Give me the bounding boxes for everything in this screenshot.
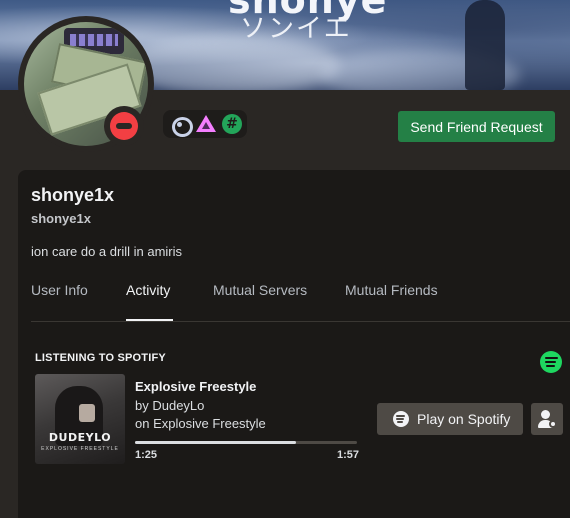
track-album[interactable]: on Explosive Freestyle bbox=[135, 416, 266, 431]
listen-along-icon bbox=[541, 410, 550, 419]
tab-mutual-friends[interactable]: Mutual Friends bbox=[345, 282, 438, 298]
tab-mutual-servers[interactable]: Mutual Servers bbox=[213, 282, 307, 298]
play-on-spotify-label: Play on Spotify bbox=[417, 411, 511, 427]
activity-header: LISTENING TO SPOTIFY bbox=[35, 352, 166, 364]
hypesquad-icon[interactable] bbox=[196, 114, 216, 134]
time-total: 1:57 bbox=[337, 449, 360, 461]
hashtag-icon[interactable]: # bbox=[222, 114, 242, 134]
send-friend-request-button[interactable]: Send Friend Request bbox=[398, 111, 555, 142]
banner-subtitle: ソンイエ bbox=[240, 14, 352, 44]
bio: ion care do a drill in amiris bbox=[31, 244, 183, 259]
album-art-text: DUDEYLO bbox=[48, 431, 112, 444]
track-progress-bar bbox=[135, 441, 357, 444]
track-title[interactable]: Explosive Freestyle bbox=[135, 379, 256, 394]
album-art-subtext: EXPLOSIVE FREESTYLE bbox=[41, 446, 119, 452]
tab-activity[interactable]: Activity bbox=[126, 282, 170, 298]
track-artist[interactable]: by DudeyLo bbox=[135, 398, 204, 413]
banner-silhouette bbox=[465, 0, 505, 90]
profile-card bbox=[18, 170, 570, 518]
tab-user-info[interactable]: User Info bbox=[31, 282, 88, 298]
spotify-icon bbox=[540, 351, 562, 373]
badge-list: # bbox=[163, 110, 247, 138]
spotify-icon bbox=[393, 411, 409, 427]
listen-along-button[interactable] bbox=[531, 403, 563, 435]
active-tab-indicator bbox=[126, 319, 173, 321]
nitro-icon[interactable] bbox=[170, 114, 193, 137]
play-on-spotify-button[interactable]: Play on Spotify bbox=[377, 403, 523, 435]
album-art-hand bbox=[79, 404, 95, 422]
album-art[interactable]: DUDEYLO EXPLOSIVE FREESTYLE bbox=[35, 374, 125, 464]
tab-divider bbox=[31, 321, 570, 322]
display-name: shonye1x bbox=[31, 185, 115, 205]
username: shonye1x bbox=[31, 211, 91, 226]
time-elapsed: 1:25 bbox=[135, 449, 158, 461]
dnd-status-icon bbox=[110, 112, 138, 140]
track-progress-fill bbox=[135, 441, 297, 444]
